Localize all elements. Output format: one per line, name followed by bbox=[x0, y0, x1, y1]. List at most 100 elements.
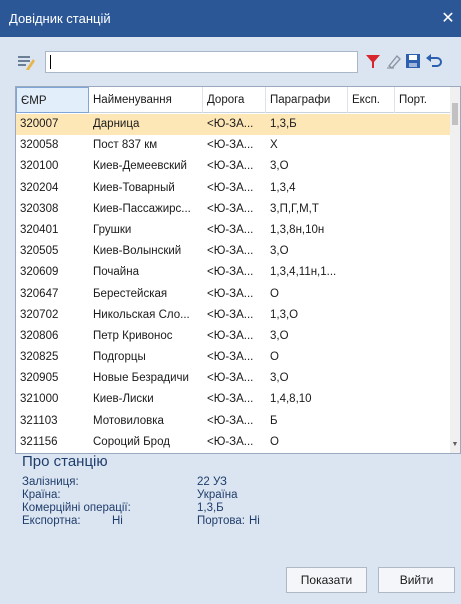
filter-icon[interactable] bbox=[364, 52, 382, 70]
cell-name: Мотовиловка bbox=[93, 414, 164, 427]
cell-export bbox=[348, 220, 395, 241]
column-header-name[interactable]: Найменування bbox=[89, 87, 203, 113]
column-header-railway[interactable]: Дорога bbox=[203, 87, 266, 113]
cell-port bbox=[395, 262, 452, 283]
cell-port bbox=[395, 178, 452, 199]
cell-paragraphs: 3,О bbox=[270, 160, 289, 173]
cell-port bbox=[395, 199, 452, 220]
undo-icon[interactable] bbox=[425, 52, 443, 70]
table-row[interactable]: 320905 Новые Безрадичи <Ю-ЗА... 3,О bbox=[16, 368, 452, 389]
table-row[interactable]: 320825 Подгорцы <Ю-ЗА... О bbox=[16, 347, 452, 368]
table-row[interactable]: 320609 Почайна <Ю-ЗА... 1,3,4,11н,1... bbox=[16, 262, 452, 283]
column-header-export[interactable]: Експ. bbox=[348, 87, 395, 113]
station-directory-window: Довідник станцій ✕ ЄМР Найменування Доро… bbox=[0, 0, 461, 604]
cell-name: Берестейская bbox=[93, 287, 168, 300]
cell-port bbox=[395, 411, 452, 432]
cell-paragraphs: 3,О bbox=[270, 372, 289, 385]
table-row[interactable]: 320647 Берестейская <Ю-ЗА... О bbox=[16, 284, 452, 305]
edit-list-icon[interactable] bbox=[16, 53, 36, 71]
about-station-title: Про станцію bbox=[22, 453, 108, 470]
cell-railway: <Ю-ЗА... bbox=[207, 118, 254, 130]
cell-name: Грушки bbox=[93, 223, 132, 236]
cell-export bbox=[348, 241, 395, 262]
country-value: Україна bbox=[197, 489, 238, 501]
table-row[interactable]: 320058 Пост 837 км <Ю-ЗА... Х bbox=[16, 135, 452, 156]
table-row[interactable]: 320007 Дарница <Ю-ЗА... 1,3,Б bbox=[16, 114, 452, 136]
railway-value: 22 УЗ bbox=[197, 476, 227, 488]
show-button[interactable]: Показати bbox=[286, 567, 367, 593]
commercial-operations-value: 1,3,Б bbox=[197, 502, 224, 514]
cell-export bbox=[348, 199, 395, 220]
cell-export bbox=[348, 284, 395, 305]
cell-railway: <Ю-ЗА... bbox=[207, 329, 254, 342]
cell-name: Пост 837 км bbox=[93, 139, 158, 152]
export-label: Експортна: bbox=[22, 515, 81, 527]
table-row[interactable]: 321156 Сороций Брод <Ю-ЗА... О bbox=[16, 432, 452, 453]
cell-railway: <Ю-ЗА... bbox=[207, 372, 254, 385]
save-icon[interactable] bbox=[404, 52, 422, 70]
cell-export bbox=[348, 262, 395, 283]
cell-port bbox=[395, 305, 452, 326]
cell-export bbox=[348, 178, 395, 199]
vertical-scrollbar[interactable]: ▼ bbox=[450, 87, 460, 453]
text-caret bbox=[50, 55, 51, 69]
cell-name: Киев-Демеевский bbox=[93, 160, 187, 173]
cell-paragraphs: 1,3,Б bbox=[270, 118, 297, 130]
cell-railway: <Ю-ЗА... bbox=[207, 266, 254, 279]
cell-export bbox=[348, 432, 395, 453]
cell-port bbox=[395, 241, 452, 262]
cell-export bbox=[348, 389, 395, 410]
table-header: ЄМР Найменування Дорога Параграфи Експ. … bbox=[16, 87, 460, 113]
export-value: Ні bbox=[112, 515, 123, 527]
cell-railway: <Ю-ЗА... bbox=[207, 245, 254, 258]
table-row[interactable]: 320308 Киев-Пассажирс... <Ю-ЗА... 3,П,Г,М,Т bbox=[16, 199, 452, 220]
column-header-paragraphs[interactable]: Параграфи bbox=[266, 87, 348, 113]
table-row[interactable]: 321103 Мотовиловка <Ю-ЗА... Б bbox=[16, 411, 452, 432]
cell-railway: <Ю-ЗА... bbox=[207, 435, 254, 448]
port-label: Портова: bbox=[197, 515, 245, 527]
cell-paragraphs: 3,О bbox=[270, 245, 289, 258]
cell-name: Дарница bbox=[93, 118, 140, 130]
window-title: Довідник станцій bbox=[9, 11, 111, 26]
cell-paragraphs: 3,П,Г,М,Т bbox=[270, 202, 319, 215]
clear-filter-icon[interactable] bbox=[384, 52, 402, 70]
cell-railway: <Ю-ЗА... bbox=[207, 160, 254, 173]
cell-paragraphs: 1,3,4 bbox=[270, 181, 296, 194]
table-row[interactable]: 320204 Киев-Товарный <Ю-ЗА... 1,3,4 bbox=[16, 178, 452, 199]
cell-emr: 320401 bbox=[20, 223, 59, 236]
port-value: Ні bbox=[249, 515, 260, 527]
search-input[interactable] bbox=[45, 51, 358, 73]
cell-port bbox=[395, 326, 452, 347]
close-icon[interactable]: ✕ bbox=[435, 0, 461, 37]
exit-button[interactable]: Вийти bbox=[378, 567, 455, 593]
table-row[interactable]: 320505 Киев-Волынский <Ю-ЗА... 3,О bbox=[16, 241, 452, 262]
cell-port bbox=[395, 114, 452, 135]
table-row[interactable]: 320100 Киев-Демеевский <Ю-ЗА... 3,О bbox=[16, 156, 452, 177]
cell-emr: 320647 bbox=[20, 287, 59, 300]
cell-port bbox=[395, 368, 452, 389]
cell-railway: <Ю-ЗА... bbox=[207, 223, 254, 236]
cell-emr: 320100 bbox=[20, 160, 59, 173]
scrollbar-thumb[interactable] bbox=[452, 103, 458, 125]
column-header-emr[interactable]: ЄМР bbox=[16, 87, 89, 113]
cell-name: Петр Кривонос bbox=[93, 329, 173, 342]
cell-name: Почайна bbox=[93, 266, 139, 279]
cell-emr: 320806 bbox=[20, 329, 59, 342]
cell-export bbox=[348, 114, 395, 135]
cell-paragraphs: Б bbox=[270, 414, 278, 427]
railway-label: Залізниця: bbox=[22, 476, 79, 488]
cell-railway: <Ю-ЗА... bbox=[207, 308, 254, 321]
table-row[interactable]: 320401 Грушки <Ю-ЗА... 1,3,8н,10н bbox=[16, 220, 452, 241]
table-row[interactable]: 320806 Петр Кривонос <Ю-ЗА... 3,О bbox=[16, 326, 452, 347]
cell-emr: 320308 bbox=[20, 202, 59, 215]
cell-export bbox=[348, 326, 395, 347]
cell-railway: <Ю-ЗА... bbox=[207, 139, 254, 152]
cell-railway: <Ю-ЗА... bbox=[207, 351, 254, 364]
table-row[interactable]: 320702 Никольская Сло... <Ю-ЗА... 1,3,О bbox=[16, 305, 452, 326]
cell-name: Новые Безрадичи bbox=[93, 372, 189, 385]
toolbar bbox=[0, 49, 461, 75]
cell-railway: <Ю-ЗА... bbox=[207, 181, 254, 194]
column-header-port[interactable]: Порт. bbox=[395, 87, 452, 113]
scroll-down-icon[interactable]: ▼ bbox=[451, 441, 459, 449]
table-row[interactable]: 321000 Киев-Лиски <Ю-ЗА... 1,4,8,10 bbox=[16, 389, 452, 410]
